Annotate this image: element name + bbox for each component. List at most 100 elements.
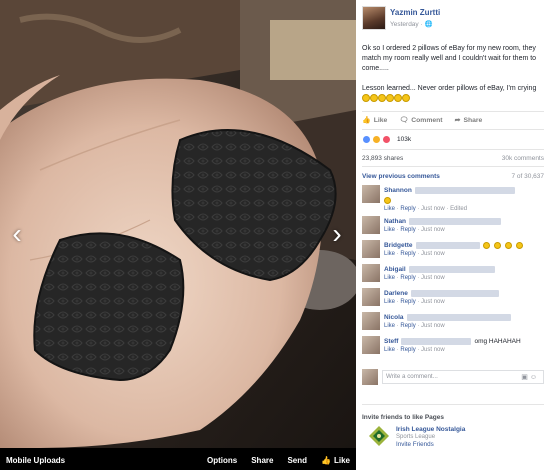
comment-reply-link[interactable]: Reply bbox=[400, 227, 415, 233]
crying-laughing-emoji-row bbox=[362, 94, 410, 105]
divider bbox=[362, 404, 544, 405]
comment: Abigail Like · Reply · Just now bbox=[362, 263, 544, 287]
crying-laughing-icon bbox=[394, 94, 402, 102]
comment-reply-link[interactable]: Reply bbox=[400, 275, 415, 281]
comment-like-link[interactable]: Like bbox=[384, 275, 395, 281]
redacted-text bbox=[415, 241, 480, 249]
comment-meta: Like · Reply · Just now · Edited bbox=[384, 206, 468, 212]
camera-icon[interactable]: ▣ bbox=[521, 374, 530, 381]
comment: Darlene Like · Reply · Just now bbox=[362, 287, 544, 311]
commenter-name[interactable]: Steff bbox=[384, 338, 398, 345]
suggested-page: Irish League Nostalgia Sports League Inv… bbox=[368, 425, 465, 448]
commenter-avatar[interactable] bbox=[362, 216, 380, 234]
commenter-name[interactable]: Bridgette bbox=[384, 242, 413, 249]
prev-photo-button[interactable]: ‹ bbox=[6, 216, 28, 252]
share-button[interactable]: Share bbox=[251, 456, 273, 465]
redacted-text bbox=[409, 217, 502, 225]
commenter-name[interactable]: Darlene bbox=[384, 290, 408, 297]
album-link[interactable]: Mobile Uploads bbox=[6, 456, 193, 465]
commenter-avatar[interactable] bbox=[362, 336, 380, 354]
commenter-avatar[interactable] bbox=[362, 288, 380, 306]
commenter-name[interactable]: Nathan bbox=[384, 218, 406, 225]
crying-laughing-icon bbox=[504, 241, 512, 249]
comments-pager: View previous comments 7 of 30,637 bbox=[362, 173, 544, 180]
comment-reply-link[interactable]: Reply bbox=[400, 299, 415, 305]
commenter-name[interactable]: Nicola bbox=[384, 314, 404, 321]
like-post-button[interactable]: 👍 Like bbox=[362, 116, 387, 125]
photo bbox=[0, 0, 356, 448]
comment-like-link[interactable]: Like bbox=[384, 251, 395, 257]
crying-laughing-icon bbox=[402, 94, 410, 102]
divider bbox=[362, 166, 544, 167]
comment-like-link[interactable]: Like bbox=[384, 299, 395, 305]
invite-section-title: Invite friends to like Pages bbox=[362, 414, 444, 421]
author-name[interactable]: Yazmin Zurtti bbox=[390, 8, 440, 17]
reaction-count: 103k bbox=[397, 136, 412, 143]
page-name[interactable]: Irish League Nostalgia bbox=[396, 426, 465, 433]
comments-pagination: 7 of 30,637 bbox=[511, 173, 544, 180]
haha-reaction-icon bbox=[372, 135, 381, 144]
comment-meta: Like · Reply · Just now bbox=[384, 275, 445, 281]
send-button[interactable]: Send bbox=[287, 456, 307, 465]
comments-count[interactable]: 30k comments bbox=[502, 155, 544, 162]
comment-reply-link[interactable]: Reply bbox=[400, 323, 415, 329]
commenter-name[interactable]: Shannon bbox=[384, 187, 412, 194]
like-button[interactable]: 👍 Like bbox=[321, 456, 350, 465]
crying-laughing-icon bbox=[384, 196, 391, 204]
comment-meta: Like · Reply · Just now bbox=[384, 251, 445, 257]
comment-reply-link[interactable]: Reply bbox=[400, 347, 415, 353]
comment: Nathan Like · Reply · Just now bbox=[362, 215, 544, 239]
comment-reply-link[interactable]: Reply bbox=[400, 206, 415, 212]
crying-laughing-icon bbox=[493, 241, 501, 249]
emoji-icon[interactable]: ☺ bbox=[530, 374, 539, 381]
viewer-toolbar: Mobile Uploads Options Share Send 👍 Like bbox=[0, 450, 356, 470]
comment-input[interactable]: Write a comment... ▣☺ bbox=[382, 370, 544, 384]
page-category: Sports League bbox=[396, 434, 436, 440]
shares-count[interactable]: 23,893 shares bbox=[362, 155, 403, 162]
redacted-text bbox=[401, 337, 472, 345]
post-header: Yazmin Zurtti Yesterday · 🌐 bbox=[356, 0, 550, 36]
commenter-avatar[interactable] bbox=[362, 240, 380, 258]
comment: Nicola Like · Reply · Just now bbox=[362, 311, 544, 335]
commenter-name[interactable]: Abigail bbox=[384, 266, 406, 273]
viewer-avatar bbox=[362, 369, 378, 385]
comment-like-link[interactable]: Like bbox=[384, 206, 395, 212]
options-button[interactable]: Options bbox=[207, 456, 237, 465]
share-icon: ➦ bbox=[454, 117, 461, 124]
share-post-button[interactable]: ➦ Share bbox=[454, 116, 483, 125]
comment-composer: Write a comment... ▣☺ bbox=[362, 369, 544, 385]
comment-text: omg HAHAHAH bbox=[474, 337, 521, 345]
comment-button[interactable]: 🗨 Comment bbox=[399, 116, 442, 125]
commenter-avatar[interactable] bbox=[362, 312, 380, 330]
commenter-avatar[interactable] bbox=[362, 264, 380, 282]
comment-icon: 🗨 bbox=[399, 117, 409, 124]
comment-like-link[interactable]: Like bbox=[384, 347, 395, 353]
next-photo-button[interactable]: › bbox=[326, 216, 348, 252]
chevron-right-icon: › bbox=[332, 218, 342, 249]
thumbs-up-icon: 👍 bbox=[362, 117, 371, 124]
divider bbox=[362, 149, 544, 150]
invite-friends-link[interactable]: Invite Friends bbox=[396, 441, 465, 448]
redacted-text bbox=[406, 313, 511, 321]
comment-meta: Like · Reply · Just now bbox=[384, 299, 445, 305]
photo-viewer: ‹ › Mobile Uploads Options Share Send 👍 L… bbox=[0, 0, 356, 470]
post-timestamp[interactable]: Yesterday · 🌐 bbox=[390, 20, 433, 28]
post-sidebar: Yazmin Zurtti Yesterday · 🌐 Ok so I orde… bbox=[356, 0, 550, 470]
post-actions: 👍 Like 🗨 Comment ➦ Share bbox=[362, 116, 483, 125]
crying-laughing-icon bbox=[362, 94, 370, 102]
crying-laughing-icon bbox=[378, 94, 386, 102]
reaction-summary[interactable]: 103k bbox=[362, 135, 411, 144]
comment: Bridgette Like · Reply · Just now bbox=[362, 239, 544, 263]
commenter-avatar[interactable] bbox=[362, 185, 380, 203]
divider bbox=[362, 129, 544, 130]
author-avatar[interactable] bbox=[362, 6, 386, 30]
comment-like-link[interactable]: Like bbox=[384, 323, 395, 329]
view-previous-comments-link[interactable]: View previous comments bbox=[362, 173, 440, 180]
comment-reply-link[interactable]: Reply bbox=[400, 251, 415, 257]
crying-laughing-icon bbox=[386, 94, 394, 102]
chevron-left-icon: ‹ bbox=[12, 218, 22, 249]
post-text: Ok so I ordered 2 pillows of eBay for my… bbox=[362, 44, 546, 115]
comment-like-link[interactable]: Like bbox=[384, 227, 395, 233]
engagement-row: 23,893 shares 30k comments bbox=[362, 155, 544, 162]
page-logo[interactable] bbox=[368, 425, 390, 447]
